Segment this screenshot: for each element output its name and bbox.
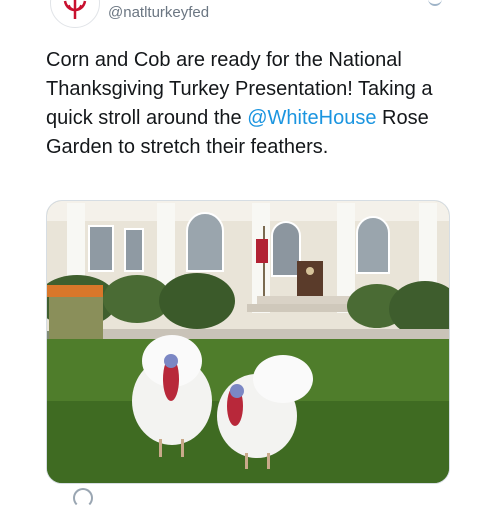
rose-garden-turkeys-image [47,201,449,483]
avatar[interactable] [50,0,100,28]
turkey-federation-logo-icon [52,0,98,26]
user-handle[interactable]: @natlturkeyfed [108,4,209,21]
reply-icon[interactable] [73,488,93,508]
tweet-text: Corn and Cob are ready for the National … [46,46,466,162]
mention-link[interactable]: @WhiteHouse [247,107,376,129]
tweet-card: @natlturkeyfed Corn and Cob are ready fo… [0,0,500,508]
tweet-photo[interactable] [46,200,450,484]
caret-icon[interactable] [428,0,442,6]
